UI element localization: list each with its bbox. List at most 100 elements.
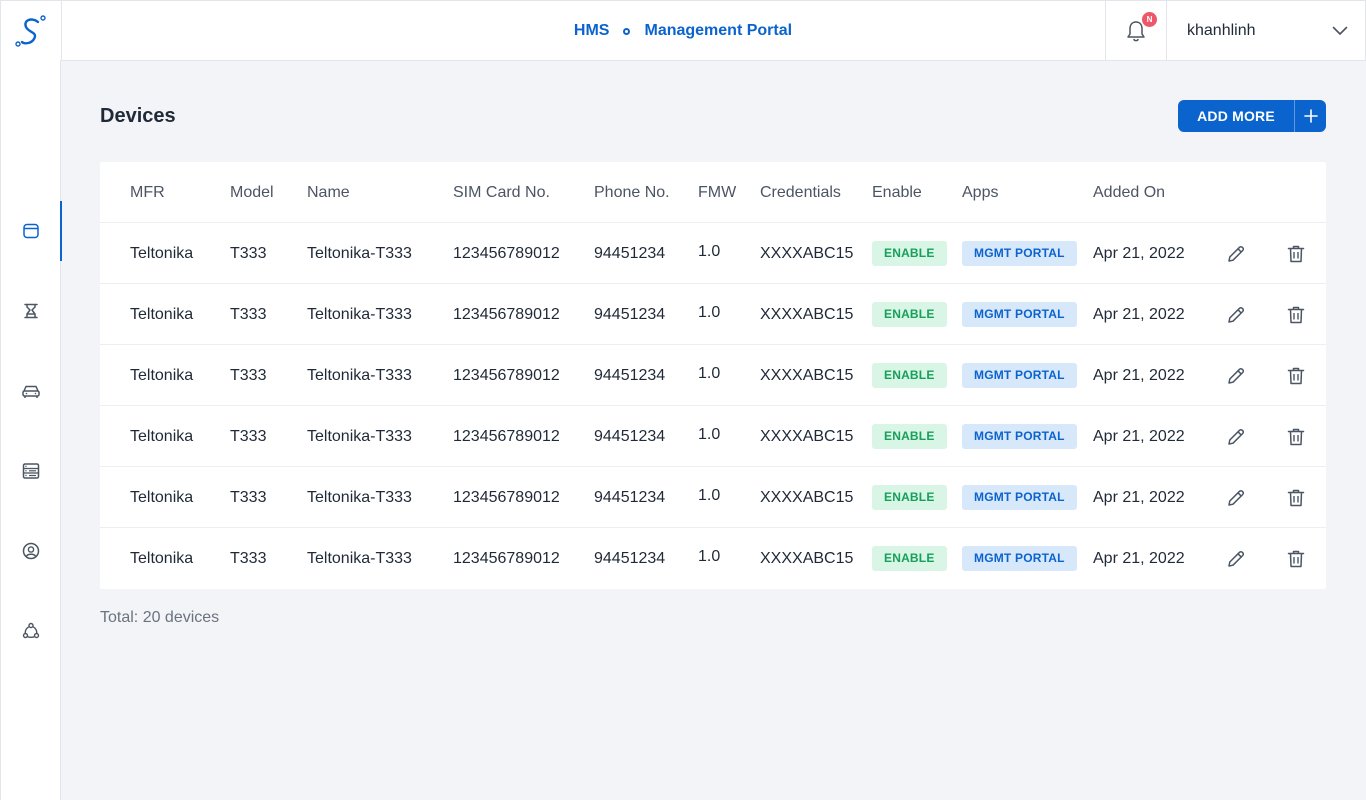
sidebar-item-hourglass[interactable] — [1, 281, 61, 341]
enable-status-badge[interactable]: ENABLE — [872, 485, 947, 510]
cell-phone: 94451234 — [594, 244, 666, 262]
total-devices-count: Total: 20 devices — [100, 609, 220, 626]
edit-button[interactable] — [1224, 425, 1248, 449]
trash-icon — [1287, 306, 1305, 323]
pencil-icon — [1228, 489, 1245, 506]
table-row[interactable]: Teltonika T333 Teltonika-T333 1234567890… — [100, 284, 1326, 345]
car-icon — [22, 385, 40, 398]
column-header-phone[interactable]: Phone No. — [594, 162, 670, 223]
brand-secondary[interactable]: Management Portal — [644, 22, 792, 40]
column-header-fmw[interactable]: FMW — [698, 162, 736, 223]
cell-credentials: XXXXABC15 — [760, 488, 854, 506]
cell-mfr: Teltonika — [130, 305, 194, 323]
column-header-sim[interactable]: SIM Card No. — [453, 162, 550, 223]
edit-button[interactable] — [1224, 303, 1248, 327]
enable-status-badge[interactable]: ENABLE — [872, 363, 947, 388]
cell-delete — [1284, 223, 1308, 284]
chevron-down-icon — [1332, 26, 1348, 35]
cell-enable: ENABLE — [872, 223, 947, 284]
pencil-icon — [1228, 428, 1245, 445]
add-more-button[interactable]: ADD MORE — [1178, 100, 1326, 132]
trash-icon — [1287, 367, 1305, 384]
cell-phone: 94451234 — [594, 366, 666, 384]
brand-separator-icon — [623, 27, 631, 35]
cell-mfr: Teltonika — [130, 366, 194, 384]
sidebar-item-network[interactable] — [1, 601, 61, 661]
cell-apps: MGMT PORTAL — [962, 528, 1077, 589]
cell-delete — [1284, 467, 1308, 528]
cell-enable: ENABLE — [872, 284, 947, 345]
plus-icon — [1294, 100, 1326, 132]
notifications-button[interactable]: N — [1105, 1, 1167, 61]
cell-sim: 123456789012 — [453, 366, 560, 384]
enable-status-badge[interactable]: ENABLE — [872, 424, 947, 449]
delete-button[interactable] — [1284, 547, 1308, 571]
cell-sim: 123456789012 — [453, 305, 560, 323]
cell-name: Teltonika-T333 — [307, 244, 412, 262]
app-root: HMS Management Portal N khanhlinh Device… — [0, 0, 1366, 800]
trash-icon — [1287, 550, 1305, 567]
apps-badge: MGMT PORTAL — [962, 302, 1077, 327]
cell-credentials: XXXXABC15 — [760, 305, 854, 323]
cell-phone: 94451234 — [594, 549, 666, 567]
cell-phone: 94451234 — [594, 427, 666, 445]
column-header-enable[interactable]: Enable — [872, 162, 922, 223]
cell-model: T333 — [230, 305, 267, 323]
column-header-added-on[interactable]: Added On — [1093, 162, 1165, 223]
logo[interactable] — [1, 1, 62, 61]
edit-button[interactable] — [1224, 547, 1248, 571]
enable-status-badge[interactable]: ENABLE — [872, 546, 947, 571]
edit-button[interactable] — [1224, 364, 1248, 388]
cell-model: T333 — [230, 549, 267, 567]
table-row[interactable]: Teltonika T333 Teltonika-T333 1234567890… — [100, 345, 1326, 406]
enable-status-badge[interactable]: ENABLE — [872, 302, 947, 327]
delete-button[interactable] — [1284, 242, 1308, 266]
cell-added-on: Apr 21, 2022 — [1093, 488, 1185, 506]
trash-icon — [1287, 245, 1305, 262]
column-header-mfr[interactable]: MFR — [130, 162, 165, 223]
cell-mfr: Teltonika — [130, 488, 194, 506]
cell-apps: MGMT PORTAL — [962, 406, 1077, 467]
table-row[interactable]: Teltonika T333 Teltonika-T333 1234567890… — [100, 223, 1326, 284]
pencil-icon — [1228, 245, 1245, 262]
table-row[interactable]: Teltonika T333 Teltonika-T333 1234567890… — [100, 528, 1326, 589]
sidebar-item-vehicles[interactable] — [1, 361, 61, 421]
user-menu[interactable]: khanhlinh — [1167, 1, 1366, 61]
brand-primary[interactable]: HMS — [574, 22, 610, 40]
apps-badge: MGMT PORTAL — [962, 363, 1077, 388]
cell-delete — [1284, 345, 1308, 406]
cell-edit — [1224, 284, 1248, 345]
sidebar-item-devices[interactable] — [1, 201, 62, 261]
cell-credentials: XXXXABC15 — [760, 366, 854, 384]
cell-enable: ENABLE — [872, 406, 947, 467]
table-header-row: MFR Model Name SIM Card No. Phone No. FM… — [100, 162, 1326, 223]
delete-button[interactable] — [1284, 425, 1308, 449]
column-header-apps[interactable]: Apps — [962, 162, 998, 223]
devices-table: MFR Model Name SIM Card No. Phone No. FM… — [100, 162, 1326, 589]
cell-mfr: Teltonika — [130, 427, 194, 445]
cell-mfr: Teltonika — [130, 549, 194, 567]
user-circle-icon — [22, 542, 40, 560]
delete-button[interactable] — [1284, 364, 1308, 388]
browser-window-icon — [23, 223, 39, 239]
cell-edit — [1224, 345, 1248, 406]
cell-fmw: 1.0 — [698, 486, 721, 504]
cell-added-on: Apr 21, 2022 — [1093, 366, 1185, 384]
edit-button[interactable] — [1224, 486, 1248, 510]
column-header-credentials[interactable]: Credentials — [760, 162, 841, 223]
sidebar-item-users[interactable] — [1, 521, 61, 581]
column-header-model[interactable]: Model — [230, 162, 274, 223]
edit-button[interactable] — [1224, 242, 1248, 266]
cell-enable: ENABLE — [872, 467, 947, 528]
hourglass-icon — [24, 303, 38, 319]
delete-button[interactable] — [1284, 303, 1308, 327]
column-header-name[interactable]: Name — [307, 162, 350, 223]
pencil-icon — [1228, 306, 1245, 323]
table-row[interactable]: Teltonika T333 Teltonika-T333 1234567890… — [100, 467, 1326, 528]
table-row[interactable]: Teltonika T333 Teltonika-T333 1234567890… — [100, 406, 1326, 467]
page-title: Devices — [100, 105, 176, 127]
enable-status-badge[interactable]: ENABLE — [872, 241, 947, 266]
sidebar-item-servers[interactable] — [1, 441, 61, 501]
server-list-icon — [22, 463, 40, 479]
delete-button[interactable] — [1284, 486, 1308, 510]
